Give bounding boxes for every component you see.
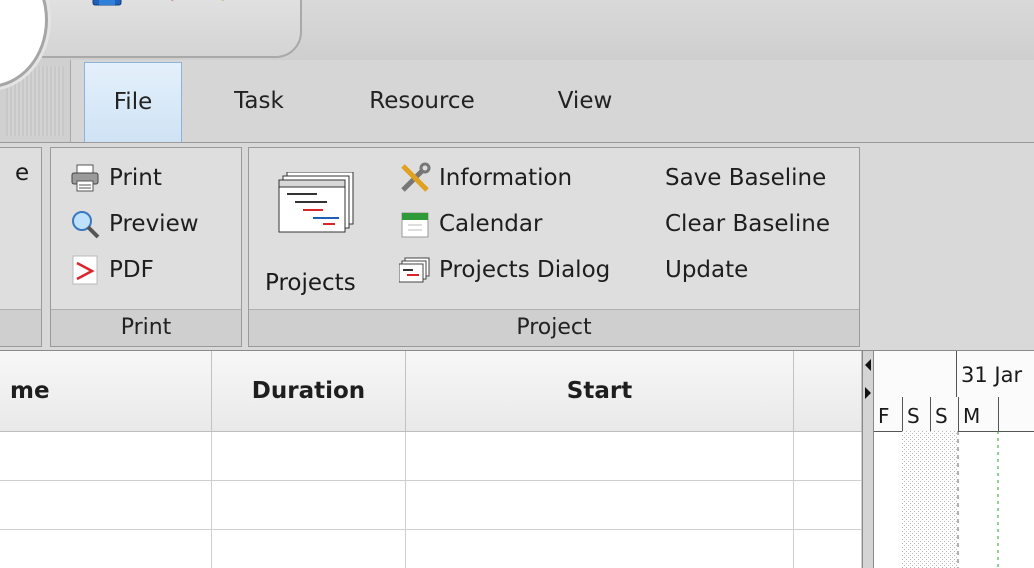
collapse-right-arrow-icon[interactable] <box>865 387 871 399</box>
column-header-duration[interactable]: Duration <box>212 351 406 431</box>
tab-file[interactable]: File <box>84 62 182 142</box>
tools-icon <box>399 162 431 194</box>
projects-dialog-button-label: Projects Dialog <box>439 257 611 283</box>
projects-button-label: Projects <box>265 270 356 296</box>
partial-group-label <box>0 309 41 346</box>
project-group-label: Project <box>249 309 859 346</box>
gantt-app-window: File Task Resource View e Print Preview … <box>0 0 1034 568</box>
day-label: S <box>902 397 930 431</box>
clear-baseline-button[interactable]: Clear Baseline <box>665 204 830 244</box>
projects-dialog-button[interactable]: Projects Dialog <box>399 250 610 290</box>
partial-button-label[interactable]: e <box>15 160 29 186</box>
table-row[interactable] <box>0 432 862 481</box>
printer-icon <box>69 162 101 194</box>
gantt-week-header: 31 Jar <box>874 351 1034 398</box>
cell-extra[interactable] <box>794 481 862 529</box>
calendar-button[interactable]: Calendar <box>399 204 542 244</box>
gantt-day-header: F S S M <box>874 397 1034 432</box>
information-button-label: Information <box>439 165 573 191</box>
column-header-name[interactable]: me <box>0 351 212 431</box>
cell-extra[interactable] <box>794 530 862 568</box>
tab-resource[interactable]: Resource <box>352 60 492 142</box>
ribbon-panel: e Print Preview PDF Print Projects Infor… <box>0 143 1034 351</box>
save-icon[interactable] <box>87 0 127 6</box>
cell-name[interactable] <box>0 481 212 529</box>
print-group-label: Print <box>51 309 241 346</box>
day-label: S <box>930 397 958 431</box>
week-label: 31 Jar <box>956 351 1022 397</box>
cell-duration[interactable] <box>212 530 406 568</box>
calendar-button-label: Calendar <box>439 211 543 237</box>
cell-duration[interactable] <box>212 432 406 480</box>
cell-start[interactable] <box>406 481 794 529</box>
magnifier-icon <box>69 208 101 240</box>
calendar-icon <box>399 208 431 240</box>
cell-duration[interactable] <box>212 481 406 529</box>
print-button[interactable]: Print <box>69 158 162 198</box>
grid-header: me Duration Start <box>0 351 862 432</box>
pdf-button[interactable]: PDF <box>69 250 154 290</box>
grid-gantt-splitter[interactable] <box>862 351 874 568</box>
ribbon-group-project: Projects Information Calendar Projects D… <box>248 147 860 347</box>
update-button[interactable]: Update <box>665 250 748 290</box>
undo-icon[interactable] <box>145 0 185 6</box>
day-label: F <box>878 404 890 428</box>
tab-view[interactable]: View <box>540 60 630 142</box>
day-label: M <box>958 397 998 431</box>
projects-button[interactable]: Projects <box>259 166 373 304</box>
save-baseline-button[interactable]: Save Baseline <box>665 158 826 198</box>
ribbon-tabs: File Task Resource View <box>0 60 1034 143</box>
quick-access-pill <box>42 0 302 58</box>
cell-extra[interactable] <box>794 432 862 480</box>
table-row[interactable] <box>0 530 862 568</box>
redo-icon[interactable] <box>210 0 250 6</box>
tab-task[interactable]: Task <box>214 60 304 142</box>
pdf-icon <box>69 254 101 286</box>
projects-dialog-icon <box>399 254 431 286</box>
day-label-next <box>998 397 1034 431</box>
ribbon-group-print: Print Preview PDF Print <box>50 147 242 347</box>
column-header-start[interactable]: Start <box>406 351 794 431</box>
table-row[interactable] <box>0 481 862 530</box>
quick-access-toolbar <box>0 0 1034 88</box>
ribbon-group-partial: e <box>0 147 42 347</box>
projects-gantt-icon <box>277 171 355 238</box>
pdf-button-label: PDF <box>109 257 154 283</box>
information-button[interactable]: Information <box>399 158 572 198</box>
cell-start[interactable] <box>406 530 794 568</box>
preview-button[interactable]: Preview <box>69 204 199 244</box>
task-grid: me Duration Start <box>0 351 862 568</box>
cell-name[interactable] <box>0 530 212 568</box>
gantt-chart: 31 Jar F S S M <box>874 351 1034 568</box>
print-button-label: Print <box>109 165 162 191</box>
collapse-left-arrow-icon[interactable] <box>865 359 871 371</box>
column-header-extra[interactable] <box>794 351 862 431</box>
cell-name[interactable] <box>0 432 212 480</box>
preview-button-label: Preview <box>109 211 199 237</box>
cell-start[interactable] <box>406 432 794 480</box>
gantt-timeline[interactable] <box>874 431 1034 568</box>
